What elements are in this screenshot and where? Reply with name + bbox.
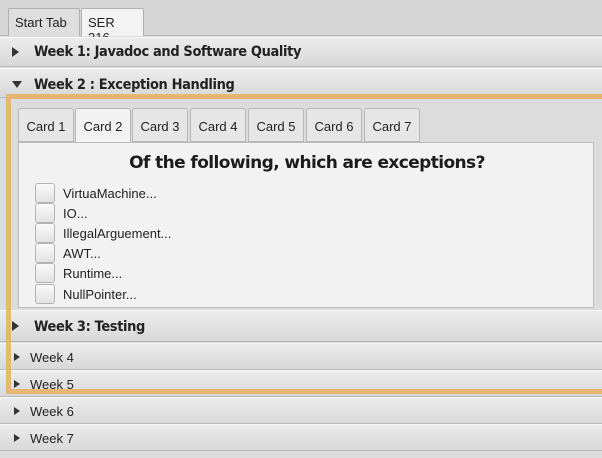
tab-card-5[interactable]: Card 5 [248,108,304,142]
tab-card-1[interactable]: Card 1 [18,108,74,142]
collapse-arrow-icon [12,81,22,88]
card-tab-bar: Card 1 Card 2 Card 3 Card 4 Card 5 Card … [16,108,596,143]
week-4-header[interactable]: Week 4 [0,343,602,370]
week-1-title: Week 1: Javadoc and Software Quality [34,44,302,60]
option-checkbox[interactable] [35,223,55,243]
tab-card-3[interactable]: Card 3 [132,108,188,142]
option-label: Runtime... [63,266,123,281]
week-2-title: Week 2 : Exception Handling [34,77,235,93]
week-5-title: Week 5 [30,377,74,392]
week-1-header[interactable]: Week 1: Javadoc and Software Quality [0,37,602,67]
question-text: Of the following, which are exceptions? [129,153,485,173]
week-3-title: Week 3: Testing [34,319,145,335]
week-5-header[interactable]: Week 5 [0,370,602,397]
option-checkbox[interactable] [35,183,55,203]
tab-ser-216[interactable]: SER 216 [81,8,144,45]
option-label: IO... [63,206,88,221]
option-label: IllegalArguement... [63,226,172,241]
week-2-header[interactable]: Week 2 : Exception Handling [0,68,602,98]
option-checkbox[interactable] [35,263,55,283]
tab-card-2[interactable]: Card 2 [75,108,131,143]
option-label: VirtuaMachine... [63,186,157,201]
week-6-title: Week 6 [30,404,74,419]
week-7-title: Week 7 [30,431,74,446]
option-checkbox[interactable] [35,203,55,223]
option-label: NullPointer... [63,287,137,302]
tab-card-4[interactable]: Card 4 [190,108,246,142]
option-checkbox[interactable] [35,243,55,263]
expand-arrow-icon [14,434,20,442]
option-checkbox[interactable] [35,284,55,304]
expand-arrow-icon [14,380,20,388]
top-tab-bar: Start Tab SER 216 [0,0,602,45]
week-7-header[interactable]: Week 7 [0,424,602,451]
expand-arrow-icon [14,407,20,415]
expand-arrow-icon [12,47,19,57]
expand-arrow-icon [12,321,19,331]
tab-card-6[interactable]: Card 6 [306,108,362,142]
expand-arrow-icon [14,353,20,361]
tab-card-7[interactable]: Card 7 [364,108,420,142]
week-2-content: Card 1 Card 2 Card 3 Card 4 Card 5 Card … [0,98,602,310]
option-label: AWT... [63,246,101,261]
week-3-header[interactable]: Week 3: Testing [0,310,602,342]
tab-start[interactable]: Start Tab [8,8,80,36]
week-6-header[interactable]: Week 6 [0,397,602,424]
week-4-title: Week 4 [30,350,74,365]
card-panel: Of the following, which are exceptions? … [18,142,594,308]
